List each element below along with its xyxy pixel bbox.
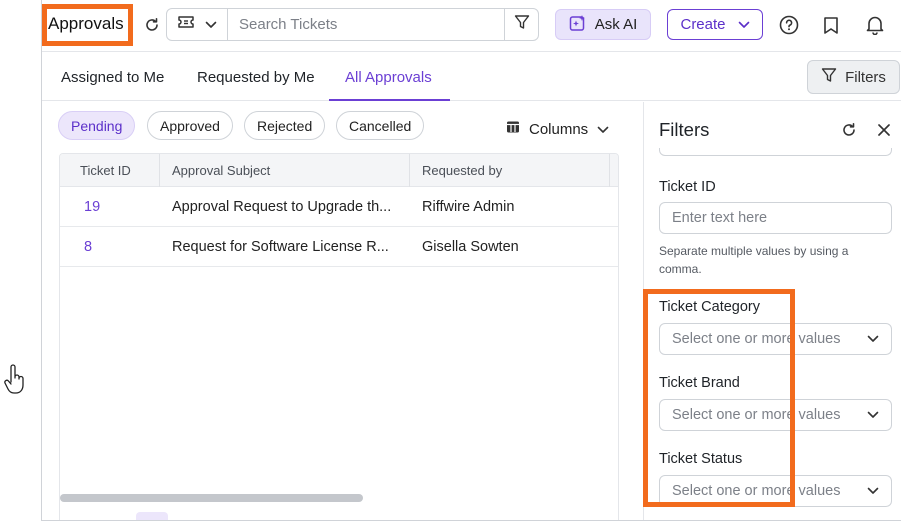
create-label: Create — [680, 16, 726, 33]
approval-subject: Request for Software License R... — [172, 239, 389, 255]
requested-by: Riffwire Admin — [422, 199, 515, 215]
chip-cancelled[interactable]: Cancelled — [336, 111, 425, 140]
ticket-category-label: Ticket Category — [659, 299, 760, 315]
pagination-current-page[interactable] — [136, 512, 168, 520]
ticket-category-select[interactable]: Select one or more values — [659, 323, 892, 355]
filters-panel: Filters Ticket ID Separate multiple valu… — [643, 102, 901, 520]
tab-all-approvals[interactable]: All Approvals — [345, 69, 432, 86]
ticket-id-label: Ticket ID — [659, 179, 716, 195]
tab-assigned-to-me[interactable]: Assigned to Me — [61, 69, 164, 86]
ticket-brand-select[interactable]: Select one or more values — [659, 399, 892, 431]
filters-panel-title: Filters — [659, 119, 710, 140]
ticket-id-help-text: Separate multiple values by using a comm… — [659, 244, 849, 276]
ticket-id-input[interactable] — [659, 202, 892, 234]
app-window: Approvals Ask — [41, 0, 901, 521]
approvals-list: Pending Approved Rejected Cancelled Colu… — [42, 102, 643, 520]
close-icon[interactable] — [874, 120, 894, 140]
chip-rejected[interactable]: Rejected — [244, 111, 326, 140]
chevron-down-icon — [867, 483, 879, 499]
approvals-table: Ticket ID Approval Subject Requested by … — [59, 153, 619, 520]
ticket-id-link[interactable]: 19 — [84, 187, 100, 227]
filter-icon — [821, 67, 837, 87]
requested-by: Gisella Sowten — [422, 239, 519, 255]
create-button[interactable]: Create — [667, 9, 763, 40]
search-input[interactable] — [228, 9, 504, 40]
table-header: Ticket ID Approval Subject Requested by — [60, 154, 618, 187]
refresh-icon[interactable] — [839, 120, 859, 140]
tab-bar: Assigned to Me Requested by Me All Appro… — [42, 52, 901, 101]
bookmark-icon[interactable] — [821, 14, 841, 36]
search-type-dropdown[interactable] — [167, 9, 228, 40]
chevron-down-icon — [205, 16, 217, 34]
chevron-down-icon — [738, 16, 750, 33]
help-icon[interactable] — [778, 14, 800, 36]
active-tab-indicator — [329, 99, 450, 101]
ticket-status-select[interactable]: Select one or more values — [659, 475, 892, 507]
ticket-brand-placeholder: Select one or more values — [672, 407, 841, 423]
tab-requested-by-me[interactable]: Requested by Me — [197, 69, 315, 86]
columns-icon — [506, 120, 520, 138]
column-header-approval-subject[interactable]: Approval Subject — [160, 154, 410, 187]
table-row[interactable]: 8 Request for Software License R... Gise… — [60, 227, 618, 267]
sparkle-icon — [569, 14, 587, 36]
ticket-icon — [177, 15, 195, 34]
ticket-status-label: Ticket Status — [659, 451, 743, 467]
ticket-brand-label: Ticket Brand — [659, 375, 740, 391]
ask-ai-button[interactable]: Ask AI — [555, 9, 651, 40]
search-bar — [166, 8, 539, 41]
refresh-icon[interactable] — [142, 15, 162, 35]
filters-scroll-area: Ticket ID Separate multiple values by us… — [644, 148, 901, 520]
search-filter-button[interactable] — [504, 9, 538, 40]
ask-ai-label: Ask AI — [594, 16, 638, 33]
column-header-requested-by[interactable]: Requested by — [410, 154, 610, 187]
table-row[interactable]: 19 Approval Request to Upgrade th... Rif… — [60, 187, 618, 227]
ticket-category-placeholder: Select one or more values — [672, 331, 841, 347]
column-header-ticket-id[interactable]: Ticket ID — [60, 154, 160, 187]
approval-subject: Approval Request to Upgrade th... — [172, 199, 392, 215]
columns-button[interactable]: Columns — [506, 120, 609, 138]
chevron-down-icon — [597, 121, 609, 138]
chip-pending[interactable]: Pending — [58, 111, 136, 140]
columns-label: Columns — [529, 120, 589, 138]
filters-button[interactable]: Filters — [807, 60, 900, 94]
bell-icon[interactable] — [864, 14, 886, 36]
horizontal-scrollbar[interactable] — [60, 494, 363, 502]
chevron-down-icon — [867, 407, 879, 423]
chevron-down-icon — [867, 331, 879, 347]
top-bar: Approvals Ask — [42, 0, 901, 52]
hand-cursor-icon — [4, 362, 26, 401]
ticket-status-placeholder: Select one or more values — [672, 483, 841, 499]
chip-approved[interactable]: Approved — [147, 111, 233, 140]
ticket-id-link[interactable]: 8 — [84, 227, 92, 267]
page-title: Approvals — [48, 14, 124, 33]
previous-filter-input[interactable] — [659, 148, 892, 156]
filter-icon — [514, 14, 530, 35]
filters-button-label: Filters — [845, 68, 886, 86]
